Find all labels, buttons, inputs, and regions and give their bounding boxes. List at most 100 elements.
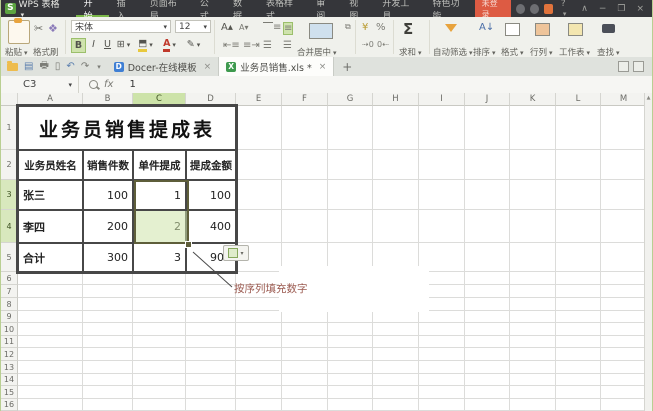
autosum-icon[interactable]: Σ (403, 20, 413, 38)
table-header-cell[interactable]: 单件提成 (133, 150, 186, 180)
active-cell-selection[interactable] (134, 180, 189, 244)
theme-icon[interactable] (530, 4, 539, 14)
format-painter-icon[interactable]: ❖ (48, 22, 58, 35)
shrink-font-icon[interactable]: A▾ (239, 23, 249, 32)
table-value-cell[interactable]: 100 (83, 180, 133, 210)
align-right-icon[interactable]: ☰ (283, 40, 292, 51)
tab-docer-template[interactable]: D Docer-在线模板 × (107, 57, 219, 76)
menu-item[interactable]: 特色功能 (424, 0, 474, 17)
qat-more-icon[interactable] (95, 61, 101, 72)
save-icon[interactable]: ▤ (24, 61, 33, 72)
table-name-cell[interactable]: 李四 (18, 210, 83, 243)
cut-icon[interactable]: ✂ (34, 22, 43, 35)
close-icon[interactable]: × (633, 4, 647, 14)
minimize-icon[interactable]: − (596, 4, 610, 14)
table-name-cell[interactable]: 张三 (18, 180, 83, 210)
table-header-cell[interactable]: 提成金额 (186, 150, 236, 180)
column-header-j[interactable]: J (465, 93, 510, 106)
align-left-icon[interactable]: ☰ (263, 40, 272, 51)
autofill-options-button[interactable]: ▾ (223, 245, 249, 261)
skin-icon[interactable] (516, 4, 525, 14)
column-header-g[interactable]: G (328, 93, 373, 106)
decrease-decimal-icon[interactable]: 0⇠ (377, 40, 389, 49)
help-icon[interactable]: ? (558, 0, 573, 19)
row-header-12[interactable]: 12 (1, 348, 18, 361)
column-header-k[interactable]: K (510, 93, 556, 106)
merge-center-icon[interactable] (309, 23, 333, 39)
table-value-cell[interactable]: 300 (83, 243, 133, 272)
name-box-dropdown-icon[interactable] (66, 79, 72, 90)
autofilter-icon[interactable] (445, 24, 457, 32)
insert-function-icon[interactable] (89, 80, 98, 89)
paste-icon[interactable] (8, 20, 30, 44)
sort-icon[interactable]: A↓ (479, 22, 494, 33)
menu-item[interactable]: 审阅 (308, 0, 341, 17)
fill-handle[interactable] (185, 241, 192, 248)
column-header-l[interactable]: L (556, 93, 601, 106)
formula-input[interactable]: 1 (129, 79, 135, 90)
format-icon[interactable] (505, 23, 520, 36)
increase-indent-icon[interactable]: ≡⇥ (243, 40, 260, 51)
menu-item[interactable]: 视图 (341, 0, 374, 17)
align-middle-icon[interactable]: ≡ (283, 22, 293, 35)
underline-button[interactable]: U (101, 38, 114, 51)
row-header-11[interactable]: 11 (1, 336, 18, 348)
feedback-icon[interactable] (544, 4, 553, 14)
column-header-e[interactable]: E (236, 93, 282, 106)
table-value-cell[interactable]: 100 (186, 180, 236, 210)
print-preview-icon[interactable]: ▯ (55, 61, 61, 72)
scroll-up-icon[interactable]: ▲ (645, 95, 652, 101)
increase-decimal-icon[interactable]: ⇢0 (362, 40, 374, 49)
table-value-cell[interactable]: 200 (83, 210, 133, 243)
table-value-cell[interactable]: 400 (186, 210, 236, 243)
percent-icon[interactable]: % (376, 22, 386, 33)
rowcol-icon[interactable] (535, 23, 550, 36)
menu-item[interactable]: 页面布局 (142, 0, 192, 17)
menu-item[interactable]: 表格样式 (258, 0, 308, 17)
grow-font-icon[interactable]: A▴ (221, 22, 233, 33)
row-header-9[interactable]: 9 (1, 311, 18, 323)
font-color-icon[interactable]: A (163, 38, 176, 51)
font-size-select[interactable]: 12 (175, 20, 211, 33)
borders-icon[interactable]: ⊞ (117, 38, 130, 51)
vertical-scrollbar[interactable]: ▲ (644, 93, 652, 411)
worksheet-icon[interactable] (568, 23, 583, 36)
layout-icon[interactable] (618, 61, 629, 72)
find-icon[interactable] (602, 24, 615, 33)
tab-sales-sheet[interactable]: X 业务员销售.xls * × (219, 57, 334, 76)
row-header-7[interactable]: 7 (1, 285, 18, 298)
row-header-10[interactable]: 10 (1, 323, 18, 336)
row-header-13[interactable]: 13 (1, 361, 18, 374)
menu-item[interactable]: 数据 (225, 0, 258, 17)
column-header-i[interactable]: I (419, 93, 465, 106)
column-header-m[interactable]: M (601, 93, 647, 106)
tab-close-icon[interactable]: × (204, 62, 212, 72)
open-icon[interactable] (7, 63, 18, 71)
redo-icon[interactable]: ↷ (81, 61, 89, 72)
undo-icon[interactable]: ↶ (66, 61, 74, 72)
table-title-cell[interactable]: 业务员销售提成表 (18, 106, 236, 150)
table-name-cell[interactable]: 合计 (18, 243, 83, 272)
table-header-cell[interactable]: 销售件数 (83, 150, 133, 180)
decrease-indent-icon[interactable]: ⇤≡ (223, 40, 240, 51)
align-top-icon[interactable]: ⎺≡ (263, 22, 281, 33)
row-header-14[interactable]: 14 (1, 374, 18, 386)
column-header-h[interactable]: H (373, 93, 419, 106)
switch-window-icon[interactable] (633, 61, 644, 72)
italic-button[interactable]: I (87, 38, 100, 51)
row-header-8[interactable]: 8 (1, 298, 18, 311)
fx-icon[interactable]: fx (104, 79, 113, 90)
column-header-f[interactable]: F (282, 93, 328, 106)
fill-color-icon[interactable]: ⬒ (139, 38, 152, 51)
currency-icon[interactable]: ¥ (362, 22, 368, 33)
highlight-icon[interactable]: ✎ (187, 38, 200, 51)
print-icon[interactable]: 🖶 (39, 58, 48, 75)
menu-item[interactable]: 公式 (192, 0, 225, 17)
name-box[interactable]: C3 (1, 76, 79, 93)
new-tab-button[interactable]: + (334, 60, 360, 74)
menu-item[interactable]: 开发工具 (374, 0, 424, 17)
restore-icon[interactable]: ❐ (614, 4, 628, 14)
wps-logo-icon[interactable]: S (5, 3, 16, 14)
font-name-select[interactable]: 宋体 (71, 20, 171, 33)
row-header-16[interactable]: 16 (1, 399, 18, 411)
